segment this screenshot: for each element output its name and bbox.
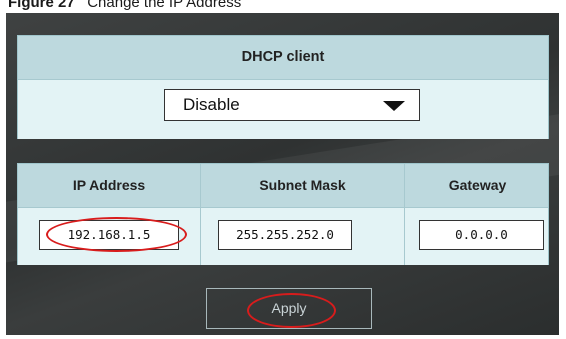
chevron-down-icon (383, 101, 405, 111)
subnet-mask-header: Subnet Mask (201, 164, 405, 207)
figure-caption: Figure 27 Change the IP Address (8, 0, 241, 13)
gateway-input[interactable]: 0.0.0.0 (419, 220, 544, 250)
ip-settings-table: IP Address Subnet Mask Gateway 192.168.1… (17, 163, 549, 265)
dhcp-header: DHCP client (18, 36, 548, 80)
table-row: 192.168.1.5 255.255.252.0 0.0.0.0 (18, 208, 548, 265)
subnet-mask-cell: 255.255.252.0 (201, 208, 405, 265)
apply-button[interactable]: Apply (206, 288, 372, 329)
gateway-cell: 0.0.0.0 (405, 208, 550, 265)
dhcp-selected-value: Disable (183, 95, 240, 114)
dhcp-select[interactable]: Disable (164, 89, 420, 121)
table-header-row: IP Address Subnet Mask Gateway (18, 164, 548, 208)
figure-title: Change the IP Address (87, 0, 242, 11)
subnet-mask-input[interactable]: 255.255.252.0 (218, 220, 352, 250)
figure-label: Figure 27 (8, 0, 75, 11)
ip-address-input[interactable]: 192.168.1.5 (39, 220, 179, 250)
settings-panel: DHCP client Disable IP Address Subnet Ma… (6, 13, 559, 335)
dhcp-body: Disable (18, 80, 548, 139)
ip-address-header: IP Address (18, 164, 201, 207)
ip-address-cell: 192.168.1.5 (18, 208, 201, 265)
gateway-header: Gateway (448, 177, 507, 193)
dhcp-section: DHCP client Disable (17, 35, 549, 139)
